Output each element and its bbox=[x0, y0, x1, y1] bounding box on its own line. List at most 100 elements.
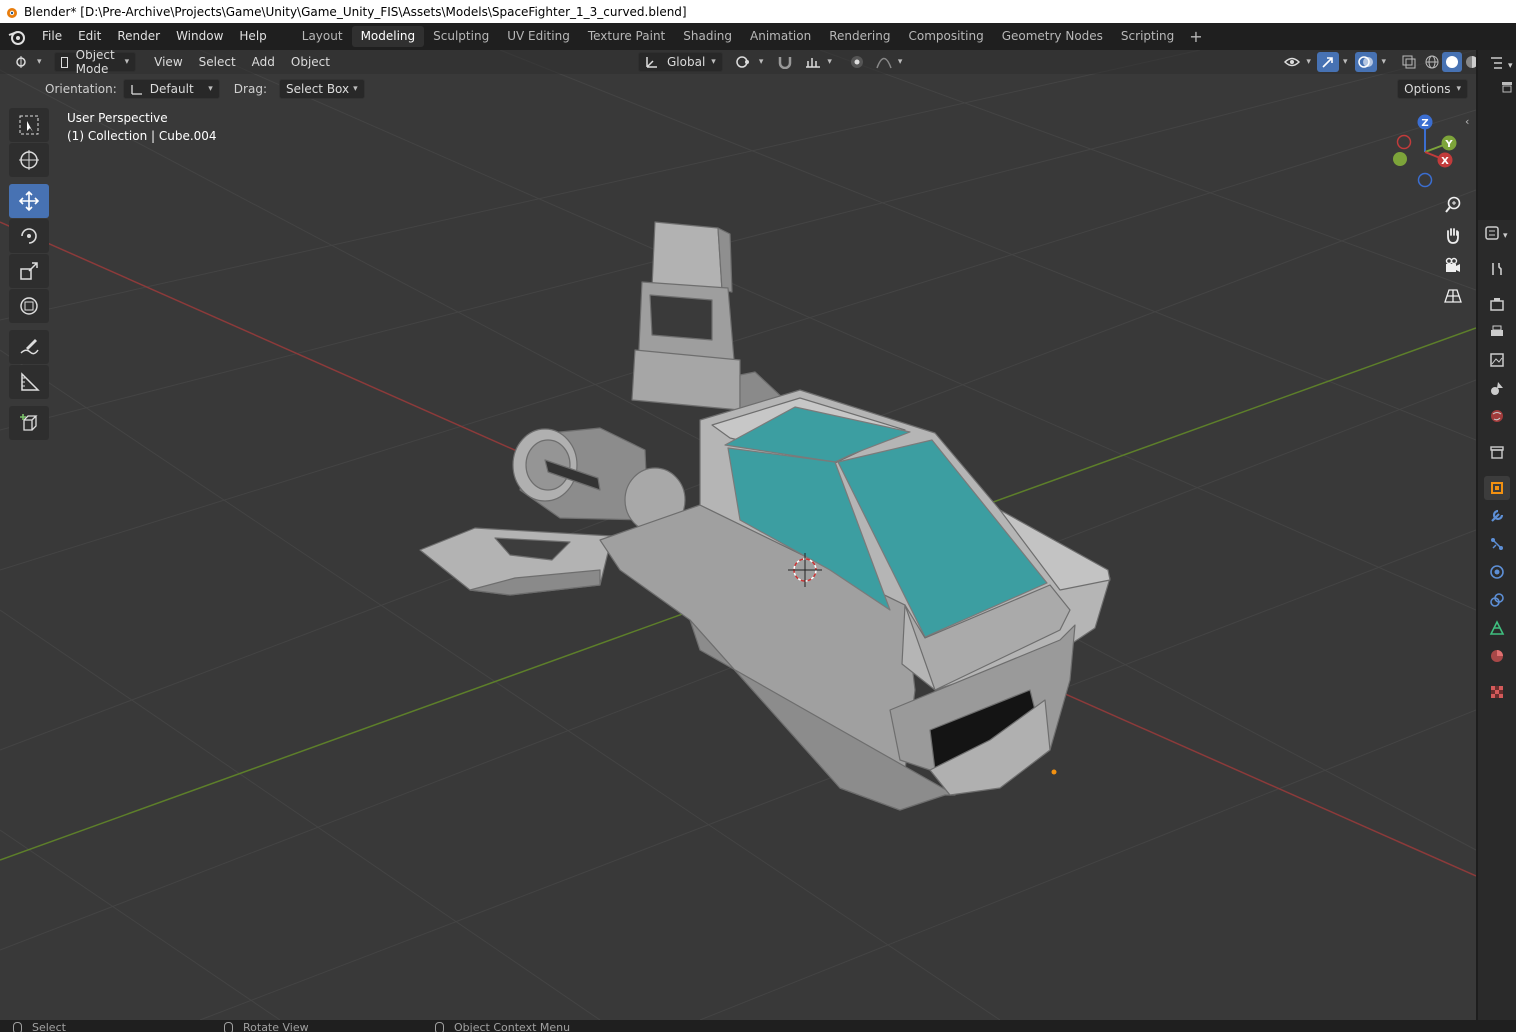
gizmo-z-label: Z bbox=[1421, 118, 1428, 129]
orientation-dropdown[interactable]: Default ▾ bbox=[122, 79, 220, 99]
mode-dropdown[interactable]: Object Mode ▾ bbox=[53, 50, 137, 76]
select-box-tool[interactable] bbox=[9, 108, 49, 142]
gizmo-y-label: Y bbox=[1444, 139, 1453, 150]
gizmo-dropdown[interactable]: ▾ bbox=[1343, 57, 1348, 67]
tab-uv-editing[interactable]: UV Editing bbox=[498, 26, 579, 47]
xray-toggle[interactable] bbox=[1396, 52, 1422, 72]
object-mode-icon bbox=[60, 56, 68, 68]
sidebar-toggle-icon[interactable]: ‹ bbox=[1465, 115, 1469, 128]
gizmo-neg-y[interactable] bbox=[1393, 152, 1407, 166]
menu-help[interactable]: Help bbox=[231, 23, 274, 50]
tab-modeling[interactable]: Modeling bbox=[351, 26, 425, 47]
add-cube-tool[interactable] bbox=[9, 406, 49, 440]
output-properties-tab[interactable] bbox=[1484, 320, 1510, 344]
zoom-button[interactable] bbox=[1439, 191, 1467, 219]
gizmo-neg-z[interactable] bbox=[1417, 172, 1433, 188]
wrench-icon bbox=[1491, 509, 1504, 522]
editor-type-button[interactable]: ▾ bbox=[9, 52, 48, 72]
move-tool[interactable] bbox=[9, 184, 49, 218]
options-dropdown[interactable]: Options ▾ bbox=[1397, 79, 1468, 99]
editor-type-outliner-icon[interactable]: ▾ bbox=[1488, 54, 1516, 72]
overlay-toggle[interactable] bbox=[1355, 52, 1378, 72]
tab-shading[interactable]: Shading bbox=[674, 26, 741, 47]
tab-geometry-nodes[interactable]: Geometry Nodes bbox=[993, 26, 1112, 47]
constraint-properties-tab[interactable] bbox=[1484, 588, 1510, 612]
tab-layout[interactable]: Layout bbox=[293, 26, 352, 47]
top-menu-bar: File Edit Render Window Help Layout Mode… bbox=[0, 23, 1516, 50]
gizmo-toggle[interactable] bbox=[1316, 52, 1339, 72]
menu-select[interactable]: Select bbox=[193, 52, 242, 72]
modifier-properties-tab[interactable] bbox=[1484, 504, 1510, 528]
filter-icon[interactable] bbox=[1500, 80, 1514, 94]
navigation-gizmo[interactable]: Z Y X bbox=[1385, 109, 1465, 189]
tab-sculpting[interactable]: Sculpting bbox=[424, 26, 498, 47]
pivot-point-button[interactable]: ▾ bbox=[729, 52, 770, 72]
proportional-falloff-dropdown[interactable]: ▾ bbox=[870, 52, 909, 72]
shading-material-button[interactable] bbox=[1462, 52, 1476, 72]
render-properties-tab[interactable] bbox=[1484, 292, 1510, 316]
tab-rendering[interactable]: Rendering bbox=[820, 26, 899, 47]
particles-icon bbox=[1491, 538, 1503, 550]
proportional-edit-toggle[interactable] bbox=[844, 52, 870, 72]
transform-orientation-dropdown[interactable]: Global ▾ bbox=[638, 52, 723, 72]
solid-shading-icon bbox=[1446, 56, 1458, 68]
image-layers-icon bbox=[1490, 353, 1504, 367]
status-bar: Select Rotate View Object Context Menu bbox=[0, 1020, 1516, 1032]
add-workspace-icon[interactable]: + bbox=[1183, 27, 1208, 46]
tab-texture-paint[interactable]: Texture Paint bbox=[579, 26, 674, 47]
shading-wireframe-button[interactable] bbox=[1422, 52, 1442, 72]
material-properties-tab[interactable] bbox=[1484, 644, 1510, 668]
cursor-tool[interactable] bbox=[9, 143, 49, 177]
menu-file[interactable]: File bbox=[34, 23, 70, 50]
annotate-tool[interactable] bbox=[9, 330, 49, 364]
snap-toggle[interactable] bbox=[771, 52, 799, 72]
menu-render[interactable]: Render bbox=[109, 23, 168, 50]
menu-window[interactable]: Window bbox=[168, 23, 231, 50]
collection-properties-tab[interactable] bbox=[1484, 440, 1510, 464]
particle-properties-tab[interactable] bbox=[1484, 532, 1510, 556]
properties-tab-strip: ▾ ▾ bbox=[1478, 50, 1516, 1032]
menu-object[interactable]: Object bbox=[285, 52, 336, 72]
mouse-middle-icon bbox=[224, 1021, 233, 1032]
render-camera-back-icon bbox=[1490, 298, 1504, 311]
data-properties-tab[interactable] bbox=[1484, 616, 1510, 640]
tool-properties-tab[interactable] bbox=[1484, 257, 1510, 281]
material-shading-icon bbox=[1466, 56, 1476, 68]
menu-add[interactable]: Add bbox=[246, 52, 281, 72]
3d-viewport[interactable]: ▾ Object Mode ▾ View Select Add Object Gl… bbox=[0, 50, 1476, 1020]
editor-type-properties-icon[interactable]: ▾ bbox=[1482, 224, 1512, 242]
tab-compositing[interactable]: Compositing bbox=[899, 26, 992, 47]
shading-solid-button[interactable] bbox=[1442, 52, 1462, 72]
tab-animation[interactable]: Animation bbox=[741, 26, 820, 47]
cursor-icon bbox=[19, 150, 39, 170]
mesh-triangle-icon bbox=[1489, 620, 1505, 635]
visibility-dropdown[interactable]: ▾ bbox=[1278, 52, 1317, 72]
spacefighter-model[interactable] bbox=[419, 221, 1111, 811]
snap-target-dropdown[interactable]: ▾ bbox=[799, 52, 838, 72]
physics-properties-tab[interactable] bbox=[1484, 560, 1510, 584]
measure-tool[interactable] bbox=[9, 365, 49, 399]
viewport-scene[interactable] bbox=[0, 50, 1476, 1020]
texture-properties-tab[interactable] bbox=[1484, 680, 1510, 704]
menu-view[interactable]: View bbox=[148, 52, 188, 72]
gizmo-neg-x[interactable] bbox=[1396, 134, 1412, 150]
tool-settings-bar: Orientation: Default ▾ Drag: Select Box ▾ … bbox=[0, 77, 1476, 101]
rotate-tool[interactable] bbox=[9, 219, 49, 253]
transform-tool[interactable] bbox=[9, 289, 49, 323]
camera-view-button[interactable] bbox=[1439, 252, 1467, 280]
svg-text:▾: ▾ bbox=[1508, 61, 1513, 71]
blender-menu-icon[interactable] bbox=[0, 23, 34, 50]
mouse-right-icon bbox=[435, 1021, 444, 1032]
tab-scripting[interactable]: Scripting bbox=[1112, 26, 1183, 47]
world-properties-tab[interactable] bbox=[1484, 404, 1510, 428]
projection-toggle-button[interactable] bbox=[1439, 282, 1467, 310]
object-properties-tab[interactable] bbox=[1484, 476, 1510, 500]
view-layer-properties-tab[interactable] bbox=[1484, 348, 1510, 372]
material-sphere-icon bbox=[1491, 650, 1503, 662]
overlay-dropdown[interactable]: ▾ bbox=[1381, 57, 1386, 67]
pan-button[interactable] bbox=[1439, 221, 1467, 249]
drag-dropdown[interactable]: Select Box ▾ bbox=[278, 79, 365, 99]
menu-edit[interactable]: Edit bbox=[70, 23, 109, 50]
scene-properties-tab[interactable] bbox=[1484, 376, 1510, 400]
scale-tool[interactable] bbox=[9, 254, 49, 288]
